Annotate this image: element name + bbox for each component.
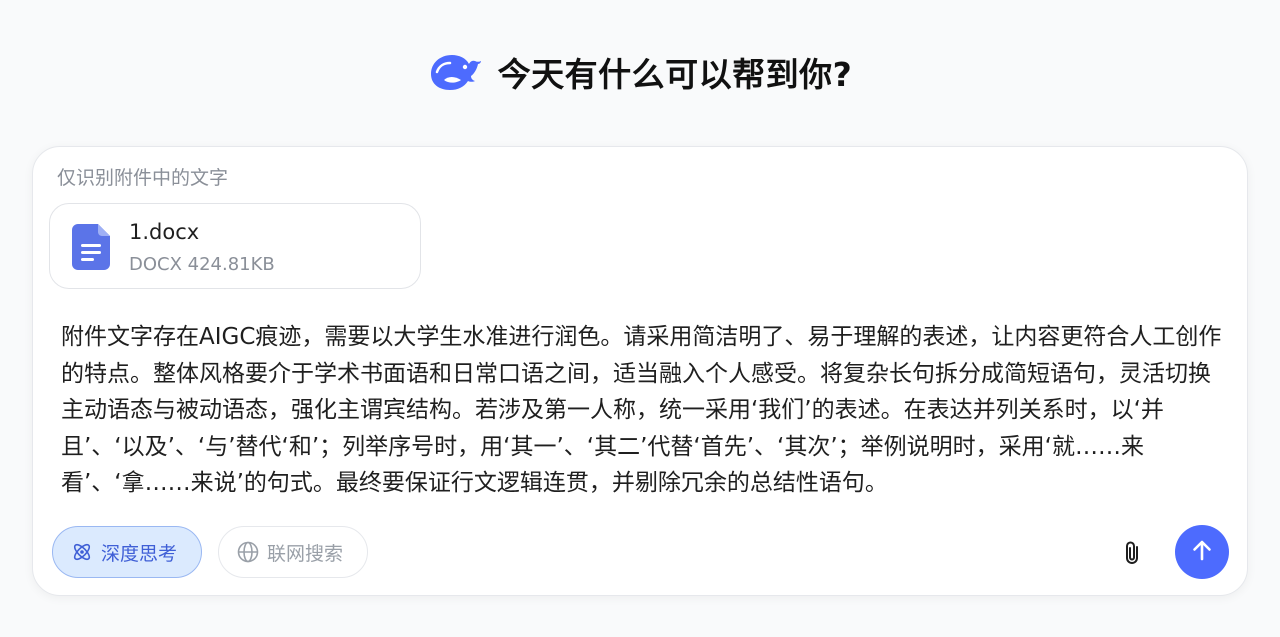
attachment-meta: DOCX 424.81KB [129,254,275,275]
deep-think-label: 深度思考 [101,542,178,565]
header: 今天有什么可以帮到你? [0,40,1280,104]
message-input[interactable]: 附件文字存在AIGC痕迹，需要以大学生水准进行润色。请采用简洁明了、易于理解的表… [61,319,1233,502]
greeting-title: 今天有什么可以帮到你? [497,55,853,94]
attach-file-button[interactable] [1113,535,1153,575]
attachment-name: 1.docx [129,220,200,244]
attachment-card[interactable]: 1.docx DOCX 424.81KB [49,203,421,289]
send-button[interactable] [1175,525,1229,579]
atom-icon [71,541,93,563]
chat-composer: 仅识别附件中的文字 1.docx DOCX 424.81KB 附件文字存在AIG… [32,146,1248,596]
deep-think-toggle[interactable]: 深度思考 [52,526,202,578]
paperclip-icon [1121,540,1145,570]
attachment-hint: 仅识别附件中的文字 [57,167,229,189]
document-icon [72,224,110,270]
composer-toolbar: 深度思考 联网搜索 [52,526,368,578]
deepseek-whale-logo [428,52,482,92]
web-search-label: 联网搜索 [267,542,344,565]
arrow-up-icon [1189,537,1215,567]
web-search-toggle[interactable]: 联网搜索 [218,526,368,578]
chat-home: 今天有什么可以帮到你? 仅识别附件中的文字 1.docx DOCX 424.81… [0,0,1280,637]
globe-icon [237,541,259,563]
